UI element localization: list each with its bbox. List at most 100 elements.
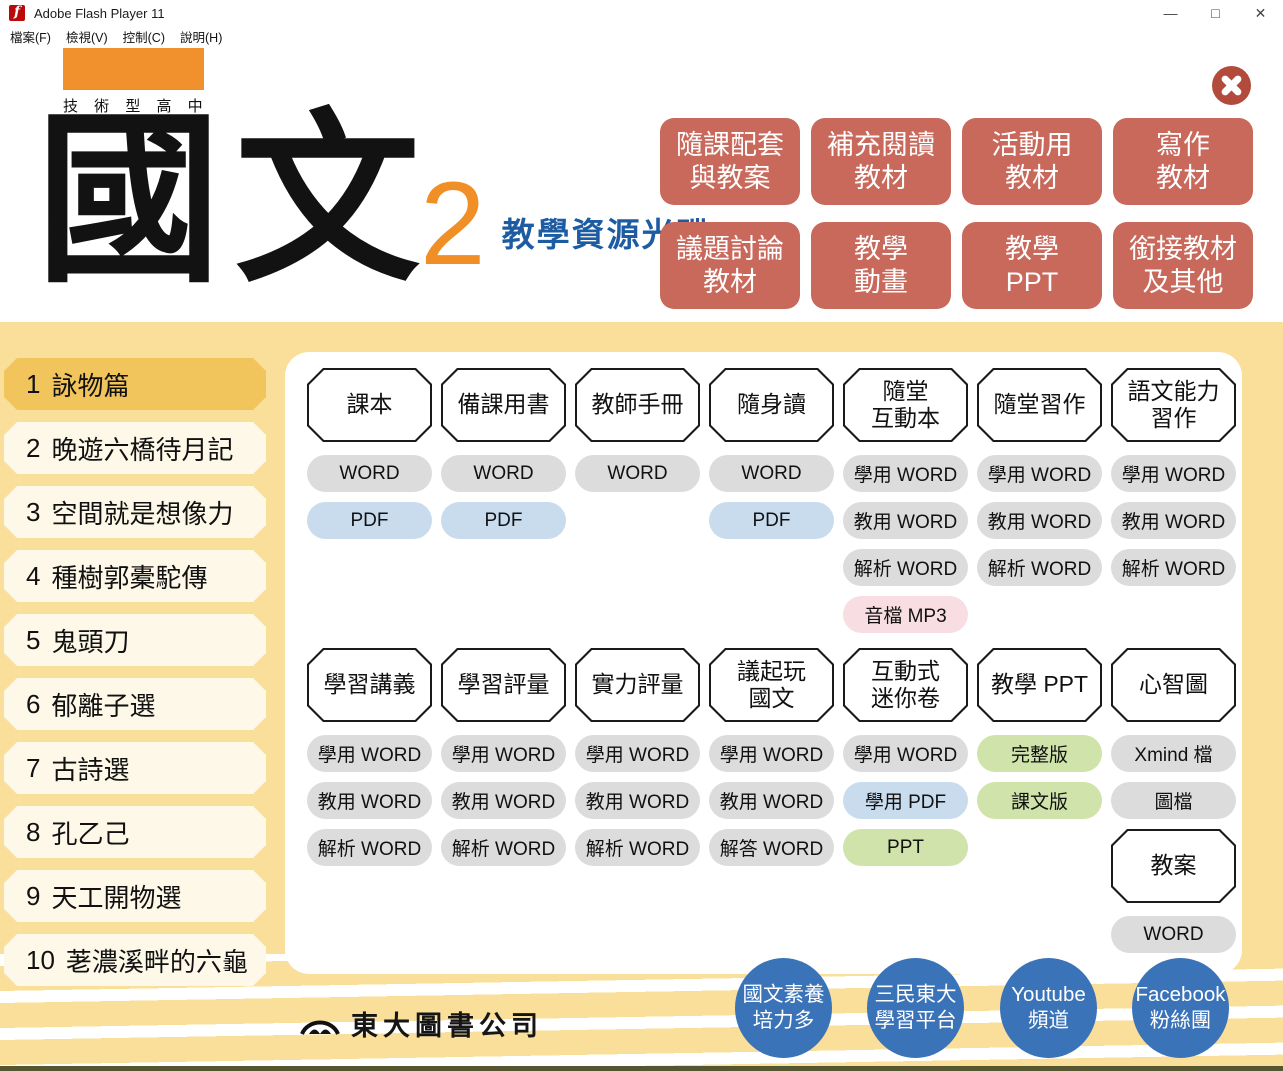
file-button-class-workbook[interactable]: 解析 WORD (977, 549, 1102, 586)
nav-button-supplementary-reading[interactable]: 補充閱讀教材 (811, 118, 951, 205)
file-button-teaching-ppt[interactable]: 完整版 (977, 735, 1102, 772)
sidebar-item-3[interactable]: 3空間就是想像力 (4, 486, 266, 538)
resource-header-yiqiwan-guowen[interactable]: 議起玩國文 (709, 648, 834, 722)
file-button-mini-quiz[interactable]: 學用 WORD (843, 735, 968, 772)
file-button-prep-book[interactable]: PDF (441, 502, 566, 539)
menu-item-file[interactable]: 檔案(F) (6, 27, 62, 46)
sidebar-item-9[interactable]: 9天工開物選 (4, 870, 266, 922)
nav-button-activity-materials[interactable]: 活動用教材 (962, 118, 1102, 205)
minimize-button[interactable]: — (1148, 0, 1193, 26)
nav-button-label: 及其他 (1143, 266, 1224, 299)
file-button-pocket-reader[interactable]: PDF (709, 502, 834, 539)
file-button-mind-map[interactable]: WORD (1111, 916, 1236, 953)
file-button-prep-book[interactable]: WORD (441, 455, 566, 492)
file-button-language-workbook[interactable]: 學用 WORD (1111, 455, 1236, 492)
sidebar-item-number: 5 (26, 625, 40, 656)
resource-header-ability-assessment[interactable]: 實力評量 (575, 648, 700, 722)
file-button-interactive-notebook[interactable]: 音檔 MP3 (843, 596, 968, 633)
file-button-yiqiwan-guowen[interactable]: 解答 WORD (709, 829, 834, 866)
nav-button-teaching-ppt[interactable]: 教學PPT (962, 222, 1102, 309)
resource-header-prep-book[interactable]: 備課用書 (441, 368, 566, 442)
header-line: 學習講義 (324, 671, 416, 698)
sidebar-item-number: 6 (26, 689, 40, 720)
nav-button-label: 與教案 (690, 162, 771, 195)
file-button-ability-assessment[interactable]: 解析 WORD (575, 829, 700, 866)
sidebar-item-6[interactable]: 6郁離子選 (4, 678, 266, 730)
flash-player-icon: f (9, 5, 25, 21)
file-button-class-workbook[interactable]: 學用 WORD (977, 455, 1102, 492)
file-button-mini-quiz[interactable]: PPT (843, 829, 968, 866)
maximize-button[interactable]: □ (1193, 0, 1238, 26)
resource-header-teaching-ppt[interactable]: 教學 PPT (977, 648, 1102, 722)
file-button-mini-quiz[interactable]: 學用 PDF (843, 782, 968, 819)
menu-item-view[interactable]: 檢視(V) (62, 27, 119, 46)
nav-button-course-package[interactable]: 隨課配套與教案 (660, 118, 800, 205)
sidebar-item-1[interactable]: 1詠物篇 (4, 358, 266, 410)
menu-item-control[interactable]: 控制(C) (119, 27, 176, 46)
resource-header-study-handout[interactable]: 學習講義 (307, 648, 432, 722)
resource-header-yiqiwan-guowen-label: 議起玩國文 (711, 650, 832, 720)
resource-header-teacher-manual[interactable]: 教師手冊 (575, 368, 700, 442)
resource-column-prep-book: 備課用書 WORD PDF (441, 368, 566, 633)
file-button-teacher-manual[interactable]: WORD (575, 455, 700, 492)
file-button-study-handout[interactable]: 解析 WORD (307, 829, 432, 866)
resource-column-textbook: 課本 WORD PDF (307, 368, 432, 633)
resource-header-mini-quiz[interactable]: 互動式迷你卷 (843, 648, 968, 722)
file-button-textbook[interactable]: WORD (307, 455, 432, 492)
sidebar-item-4[interactable]: 4種樹郭橐駝傳 (4, 550, 266, 602)
resource-header-pocket-reader[interactable]: 隨身讀 (709, 368, 834, 442)
file-button-textbook[interactable]: PDF (307, 502, 432, 539)
file-button-interactive-notebook[interactable]: 解析 WORD (843, 549, 968, 586)
header-line: 備課用書 (458, 391, 550, 418)
sidebar-item-number: 1 (26, 369, 40, 400)
file-button-language-workbook[interactable]: 教用 WORD (1111, 502, 1236, 539)
resource-header-interactive-notebook[interactable]: 隨堂互動本 (843, 368, 968, 442)
sidebar-item-7[interactable]: 7古詩選 (4, 742, 266, 794)
file-button-yiqiwan-guowen[interactable]: 教用 WORD (709, 782, 834, 819)
resource-header-class-workbook[interactable]: 隨堂習作 (977, 368, 1102, 442)
menu-item-help[interactable]: 說明(H) (176, 27, 233, 46)
file-button-class-workbook[interactable]: 教用 WORD (977, 502, 1102, 539)
file-button-study-assessment[interactable]: 解析 WORD (441, 829, 566, 866)
file-button-study-assessment[interactable]: 教用 WORD (441, 782, 566, 819)
file-button-mind-map[interactable]: 圖檔 (1111, 782, 1236, 819)
sidebar-item-2[interactable]: 2晚遊六橋待月記 (4, 422, 266, 474)
resource-header-textbook[interactable]: 課本 (307, 368, 432, 442)
file-button-study-assessment[interactable]: 學用 WORD (441, 735, 566, 772)
footer-link-guowen-suyang[interactable]: 國文素養培力多 (735, 958, 832, 1058)
sidebar-item-label: 古詩選 (51, 750, 129, 787)
header-line: 心智圖 (1139, 671, 1208, 698)
file-button-teaching-ppt[interactable]: 課文版 (977, 782, 1102, 819)
donga-books-icon (298, 1010, 342, 1037)
resource-header-language-workbook[interactable]: 語文能力習作 (1111, 368, 1236, 442)
sidebar-item-5[interactable]: 5鬼頭刀 (4, 614, 266, 666)
header-line: 議起玩 (737, 658, 806, 685)
resource-header-study-assessment[interactable]: 學習評量 (441, 648, 566, 722)
sidebar-item-number: 2 (26, 433, 40, 464)
sidebar-item-8[interactable]: 8孔乙己 (4, 806, 266, 858)
header-line: 教師手冊 (592, 391, 684, 418)
file-button-language-workbook[interactable]: 解析 WORD (1111, 549, 1236, 586)
nav-button-teaching-animation[interactable]: 教學動畫 (811, 222, 951, 309)
file-button-yiqiwan-guowen[interactable]: 學用 WORD (709, 735, 834, 772)
app-close-button[interactable] (1212, 66, 1251, 105)
sidebar-item-10[interactable]: 10荖濃溪畔的六龜 (4, 934, 266, 986)
footer-link-sanmin-platform[interactable]: 三民東大學習平台 (867, 958, 964, 1058)
nav-button-writing-materials[interactable]: 寫作教材 (1113, 118, 1253, 205)
file-button-interactive-notebook[interactable]: 學用 WORD (843, 455, 968, 492)
file-button-study-handout[interactable]: 教用 WORD (307, 782, 432, 819)
footer-link-facebook-fans[interactable]: Facebook粉絲團 (1132, 958, 1229, 1058)
resource-header-lesson-plan[interactable]: 教案 (1111, 829, 1236, 903)
file-button-interactive-notebook[interactable]: 教用 WORD (843, 502, 968, 539)
file-button-mind-map[interactable]: Xmind 檔 (1111, 735, 1236, 772)
resource-header-study-assessment-label: 學習評量 (443, 650, 564, 720)
file-button-ability-assessment[interactable]: 學用 WORD (575, 735, 700, 772)
file-button-pocket-reader[interactable]: WORD (709, 455, 834, 492)
nav-button-topic-discussion[interactable]: 議題討論教材 (660, 222, 800, 309)
file-button-ability-assessment[interactable]: 教用 WORD (575, 782, 700, 819)
file-button-study-handout[interactable]: 學用 WORD (307, 735, 432, 772)
close-window-button[interactable]: ✕ (1238, 0, 1283, 26)
resource-header-mind-map[interactable]: 心智圖 (1111, 648, 1236, 722)
footer-link-youtube-channel[interactable]: Youtube頻道 (1000, 958, 1097, 1058)
nav-button-bridging-materials[interactable]: 銜接教材及其他 (1113, 222, 1253, 309)
